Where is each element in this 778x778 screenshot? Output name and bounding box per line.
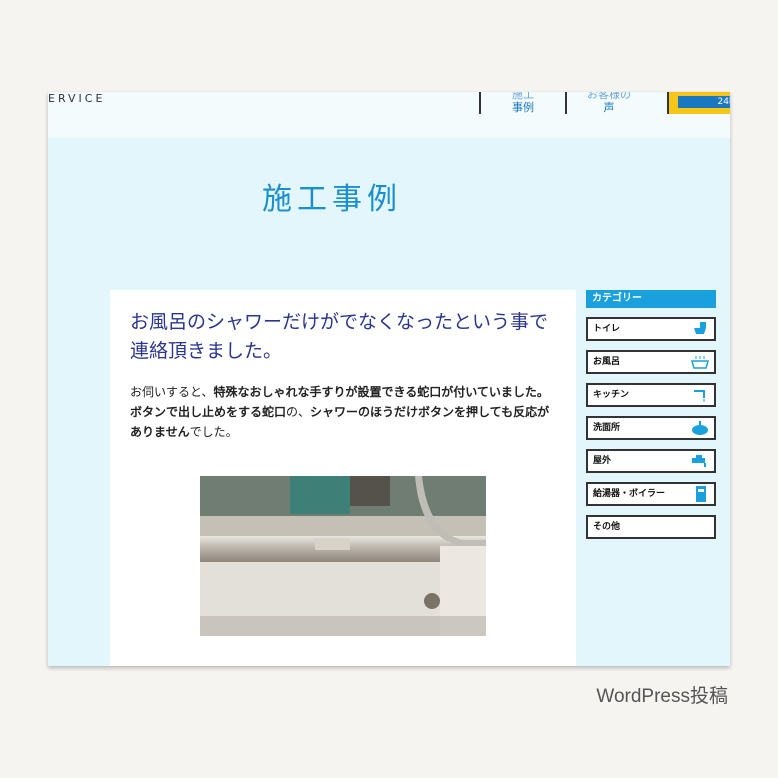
contact-24h-button[interactable]: 24時 [667, 92, 730, 115]
category-other[interactable]: その他 [586, 515, 716, 539]
category-toilet[interactable]: トイレ [586, 317, 716, 341]
category-kitchen[interactable]: キッチン [586, 383, 716, 407]
sidebar-heading: カテゴリー [586, 290, 716, 308]
body-text: お伺いすると、 [130, 385, 214, 399]
category-label: その他 [593, 522, 621, 532]
kitchen-faucet-icon [694, 390, 705, 402]
header-wave-divider [48, 114, 730, 129]
category-water-heater[interactable]: 給湯器・ボイラー [586, 482, 716, 506]
washbasin-icon [692, 421, 708, 435]
category-sidebar: カテゴリー トイレ お風呂 キッチン 洗面所 屋外 給湯器・ボイラー その他 [586, 290, 716, 539]
nav-label-bottom: 事例 [512, 101, 534, 114]
category-label: お風呂 [593, 357, 621, 367]
article-card: お風呂のシャワーだけがでなくなったという事で連絡頂きました。 お伺いすると、特殊… [110, 290, 576, 666]
category-label: 洗面所 [593, 423, 621, 433]
browser-screenshot: ERVICE 施工 事例 お客様の 声 24時 施工事例 お風呂のシャワーだけが… [48, 92, 730, 666]
page-title: 施工事例 [262, 182, 402, 217]
outdoor-tap-icon [692, 455, 706, 467]
category-bath[interactable]: お風呂 [586, 350, 716, 374]
faucet-photo [200, 476, 486, 636]
category-label: 屋外 [593, 456, 612, 466]
body-text: の、 [286, 405, 311, 419]
contact-24h-label: 24時 [678, 96, 730, 108]
toilet-icon [694, 322, 706, 334]
category-label: キッチン [593, 390, 630, 400]
nav-label-top: お客様の [587, 92, 631, 101]
body-text: でした。 [189, 425, 238, 439]
category-label: 給湯器・ボイラー [593, 489, 666, 499]
body-text-bold: ボタンで出し止めをする蛇口 [130, 405, 287, 419]
water-heater-icon [696, 486, 706, 502]
caption-label: WordPress投稿 [596, 686, 728, 707]
body-text-bold: 特殊なおしゃれな手すりが設置できる蛇口が付いていました。 [213, 385, 549, 399]
nav-label-top: 施工 [512, 92, 534, 101]
nav-label-bottom: 声 [603, 101, 615, 114]
bathtub-icon [691, 356, 709, 369]
category-washroom[interactable]: 洗面所 [586, 416, 716, 440]
article-body: お伺いすると、特殊なおしゃれな手すりが設置できる蛇口が付いていました。 ボタンで… [130, 382, 560, 442]
site-logo[interactable]: ERVICE [48, 92, 105, 105]
category-outdoor[interactable]: 屋外 [586, 449, 716, 473]
article-title: お風呂のシャワーだけがでなくなったという事で連絡頂きました。 [130, 311, 549, 362]
category-label: トイレ [593, 324, 621, 334]
